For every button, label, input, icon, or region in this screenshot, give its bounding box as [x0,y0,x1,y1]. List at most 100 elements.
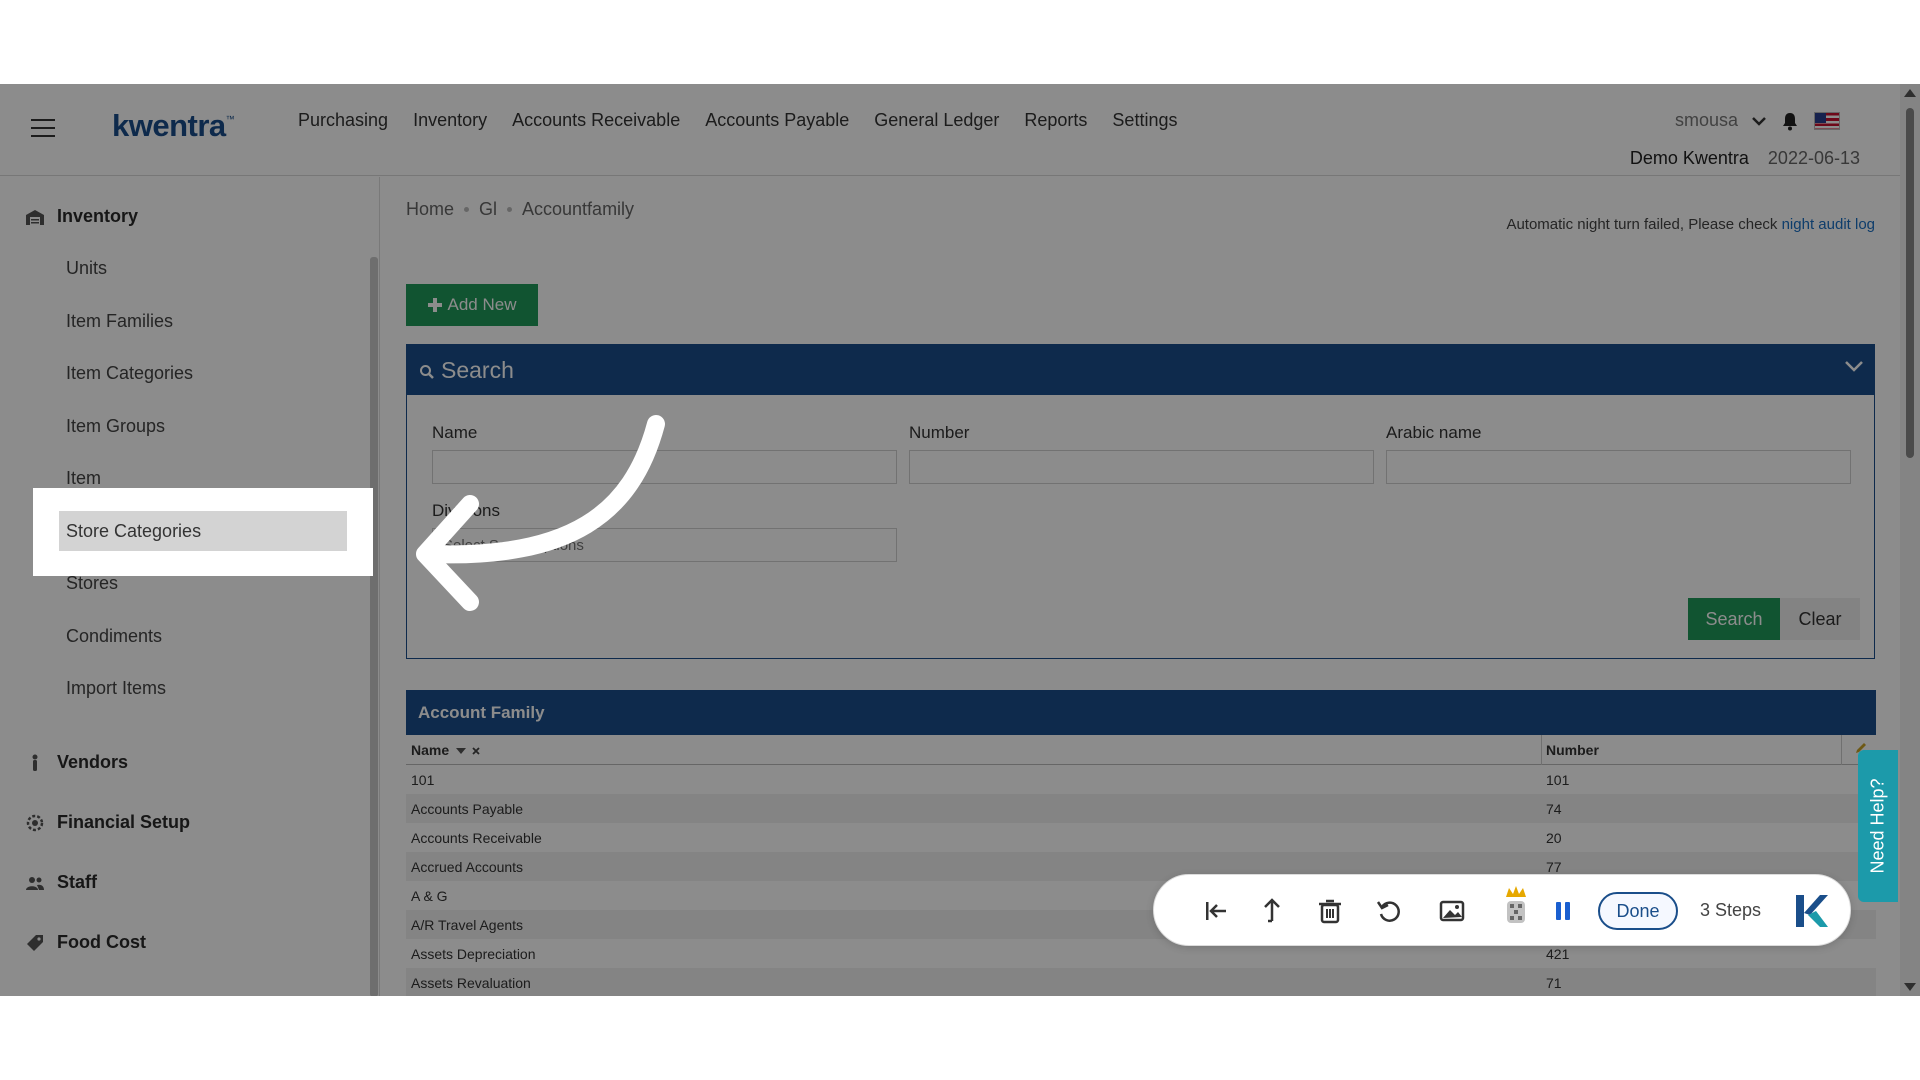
us-flag-icon[interactable] [1814,111,1840,130]
nav-general-ledger[interactable]: General Ledger [862,110,1012,131]
sidebar-item-stores[interactable]: Stores [66,573,118,594]
breadcrumb-current: Accountfamily [522,199,635,219]
table-row[interactable]: Accounts Payable 74 [406,794,1876,823]
trash-icon[interactable] [1316,897,1344,925]
company-name: Demo Kwentra [1629,148,1749,168]
company-info: Demo Kwentra 2022-06-13 [1630,148,1860,169]
breadcrumb-separator [507,207,513,212]
breadcrumb-gl[interactable]: Gl [479,199,497,220]
scrollbar-thumb[interactable] [1906,108,1914,458]
page-scrollbar[interactable] [1900,84,1920,996]
main-nav: Purchasing Inventory Accounts Receivable… [298,110,1190,131]
need-help-tab[interactable]: Need Help? [1858,750,1898,902]
nav-purchasing[interactable]: Purchasing [298,110,401,131]
sidebar-item-store-categories[interactable]: Store Categories [59,511,347,551]
sidebar-item-item-families[interactable]: Item Families [66,311,173,332]
nav-accounts-receivable[interactable]: Accounts Receivable [500,110,693,131]
divisions-select[interactable] [432,528,897,562]
add-new-button[interactable]: Add New [406,284,538,326]
cell-name: 101 [411,772,435,788]
column-header-number[interactable]: Number [1546,742,1599,758]
sidebar-section-staff[interactable]: Staff [25,872,97,893]
notice-text: Automatic night turn failed, Please chec… [1506,216,1782,233]
divisions-label: Divisions [432,501,501,520]
night-audit-log-link[interactable]: night audit log [1782,216,1875,233]
sidebar-section-inventory[interactable]: Inventory [25,206,138,227]
recorder-toolbar: Done 3 Steps [1153,874,1851,946]
nav-settings[interactable]: Settings [1100,110,1190,131]
clear-button[interactable]: Clear [1780,598,1860,640]
sidebar-item-item-categories[interactable]: Item Categories [66,363,193,384]
number-input[interactable] [909,450,1374,484]
nav-inventory[interactable]: Inventory [401,110,500,131]
cell-number: 20 [1546,830,1562,846]
number-label: Number [909,423,970,442]
arabic-name-label: Arabic name [1386,423,1482,442]
search-panel-header[interactable]: Search [407,345,1874,395]
chevron-down-icon[interactable] [1752,116,1766,126]
breadcrumb-home[interactable]: Home [406,199,454,220]
cell-number: 74 [1546,801,1562,817]
arabic-name-input[interactable] [1386,450,1851,484]
cell-number: 421 [1546,946,1570,962]
steps-counter: 3 Steps [1700,900,1762,920]
table-row[interactable]: Assets Revaluation 71 [406,968,1876,996]
hamburger-menu-icon[interactable] [31,119,55,137]
logo-trademark: ™ [225,114,235,124]
search-panel: Search Name Number Arabic name Divisions… [406,344,1875,659]
cell-name: A & G [411,888,448,904]
bell-icon[interactable] [1780,111,1800,131]
scroll-down-arrow-icon[interactable] [1904,983,1916,991]
sidebar-section-label: Financial Setup [57,812,191,832]
sidebar-item-item[interactable]: Item [66,468,101,489]
k-logo-icon[interactable] [1790,891,1830,931]
image-icon[interactable] [1438,897,1466,925]
done-button[interactable]: Done [1598,892,1678,930]
app-logo[interactable]: kwentra™ [112,108,235,144]
highlight-spotlight: Store Categories [35,490,371,574]
rewind-to-start-icon[interactable] [1202,897,1230,925]
sort-down-icon[interactable] [456,747,467,755]
nav-accounts-payable[interactable]: Accounts Payable [693,110,862,131]
pause-icon[interactable] [1549,897,1577,925]
sidebar-section-food-cost[interactable]: Food Cost [25,932,146,953]
scroll-up-arrow-icon[interactable] [1904,89,1916,97]
cell-name: Accounts Payable [411,801,524,817]
warehouse-icon [26,209,44,225]
undo-icon[interactable] [1375,897,1403,925]
arrow-up-icon[interactable] [1258,897,1286,925]
chevron-down-icon[interactable] [1844,359,1864,373]
cell-number: 77 [1546,859,1562,875]
blur-crown-icon[interactable] [1501,885,1531,927]
sidebar: Inventory Units Item Families Item Categ… [0,177,380,996]
breadcrumb: Home Gl Accountfamily [406,199,634,220]
cell-number: 101 [1546,772,1570,788]
username-dropdown[interactable]: smousa [1675,110,1738,131]
sidebar-item-condiments[interactable]: Condiments [66,626,162,647]
column-divider[interactable] [1841,735,1842,765]
column-divider[interactable] [1541,735,1542,765]
cell-name: Assets Depreciation [411,946,536,962]
table-row[interactable]: Accounts Receivable 20 [406,823,1876,852]
close-icon[interactable] [472,747,480,755]
grid-header-row: Name Number [406,735,1876,765]
user-menu: smousa [1675,110,1840,131]
night-audit-notice: Automatic night turn failed, Please chec… [1506,216,1875,233]
search-button[interactable]: Search [1688,598,1780,640]
column-header-name[interactable]: Name [411,742,480,758]
nav-reports[interactable]: Reports [1012,110,1100,131]
table-row[interactable]: 101 101 [406,765,1876,794]
name-label: Name [432,423,478,442]
sidebar-item-import-items[interactable]: Import Items [66,678,166,699]
sidebar-section-financial-setup[interactable]: Financial Setup [25,812,190,833]
sidebar-item-units[interactable]: Units [66,258,107,279]
name-input[interactable] [432,450,897,484]
top-navbar: kwentra™ Purchasing Inventory Accounts R… [0,84,1900,176]
column-header-label: Name [411,742,450,758]
cell-name: A/R Travel Agents [411,917,524,933]
breadcrumb-separator [464,207,470,212]
sidebar-scrollbar[interactable] [370,257,378,996]
sidebar-item-item-groups[interactable]: Item Groups [66,416,165,437]
sidebar-section-vendors[interactable]: Vendors [25,752,128,773]
search-icon [420,365,434,379]
